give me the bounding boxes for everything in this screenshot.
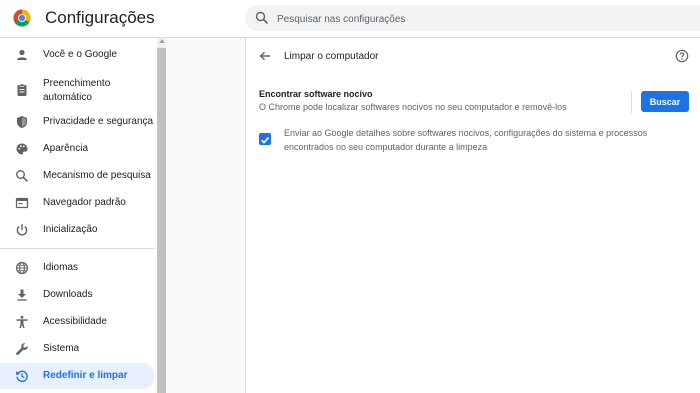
page-title: Limpar o computador xyxy=(284,51,379,62)
sidebar-item-redefinir-e-limpar[interactable]: Redefinir e limpar xyxy=(0,363,155,389)
sidebar-scrollbar[interactable] xyxy=(157,38,166,393)
person-icon xyxy=(17,49,27,60)
sidebar-item-label: Acessibilidade xyxy=(43,316,107,327)
power-icon xyxy=(16,224,28,236)
scroll-up-arrow[interactable] xyxy=(159,39,165,43)
accessibility-icon xyxy=(16,315,28,328)
search-icon xyxy=(16,170,28,182)
sidebar-item-idiomas[interactable]: Idiomas xyxy=(0,255,155,281)
sidebar-item-label: Redefinir e limpar xyxy=(43,370,128,381)
wrench-icon xyxy=(16,343,28,356)
sidebar-item-preenchimento-automatico[interactable]: Preenchimento automático xyxy=(0,71,155,109)
search-icon xyxy=(255,11,269,25)
buscar-button[interactable]: Buscar xyxy=(641,91,689,112)
browser-window-icon xyxy=(15,197,29,209)
scroll-thumb[interactable] xyxy=(157,48,166,393)
sidebar-item-sistema[interactable]: Sistema xyxy=(0,336,155,362)
search-input[interactable] xyxy=(275,9,679,29)
sidebar-item-inicializacao[interactable]: Inicialização xyxy=(0,217,155,243)
back-arrow-icon[interactable] xyxy=(258,49,272,63)
sidebar-item-label: Inicialização xyxy=(43,224,98,235)
sidebar-item-acessibilidade[interactable]: Acessibilidade xyxy=(0,309,155,335)
sidebar-item-privacidade-e-seguranca[interactable]: Privacidade e segurança xyxy=(0,109,155,135)
sidebar: Você e o Google Preenchimento automático… xyxy=(0,38,158,393)
palette-icon xyxy=(16,143,28,155)
sidebar-item-label: Mecanismo de pesquisa xyxy=(43,170,151,181)
sidebar-item-label: Privacidade e segurança xyxy=(43,116,154,127)
section-title: Encontrar software nocivo xyxy=(259,89,373,99)
clipboard-icon xyxy=(17,83,27,96)
sidebar-item-label: Idiomas xyxy=(43,262,79,273)
vertical-separator xyxy=(631,91,632,113)
app-title: Configurações xyxy=(45,8,155,27)
help-icon[interactable] xyxy=(675,49,689,63)
settings-card: Limpar o computador Encontrar software n… xyxy=(245,38,700,393)
sidebar-item-label: Você e o Google xyxy=(43,49,117,60)
sidebar-item-label: Sistema xyxy=(43,343,80,354)
sidebar-item-aparencia[interactable]: Aparência xyxy=(0,136,155,162)
sidebar-item-label: Downloads xyxy=(43,289,93,300)
restore-icon xyxy=(16,370,28,383)
sidebar-item-navegador-padrao[interactable]: Navegador padrão xyxy=(0,190,155,216)
sidebar-item-downloads[interactable]: Downloads xyxy=(0,282,155,308)
sidebar-divider xyxy=(0,248,155,249)
download-icon xyxy=(17,289,27,301)
sidebar-item-voce-e-o-google[interactable]: Você e o Google xyxy=(0,42,155,68)
sidebar-item-label: Preenchimento automático xyxy=(43,78,111,103)
sidebar-item-label: Aparência xyxy=(43,143,89,154)
section-description: O Chrome pode localizar softwares nocivo… xyxy=(259,102,567,112)
sidebar-item-mecanismo-de-pesquisa[interactable]: Mecanismo de pesquisa xyxy=(0,163,155,189)
checkmark-icon xyxy=(261,137,270,144)
sidebar-item-label: Navegador padrão xyxy=(43,197,126,208)
globe-icon xyxy=(15,261,29,275)
send-details-checkbox[interactable] xyxy=(259,133,271,145)
chrome-logo-icon xyxy=(13,9,31,27)
search-box[interactable] xyxy=(245,5,700,31)
checkbox-label: Enviar ao Google detalhes sobre software… xyxy=(284,128,648,152)
shield-icon xyxy=(17,116,27,128)
top-bar: Configurações xyxy=(0,0,700,38)
